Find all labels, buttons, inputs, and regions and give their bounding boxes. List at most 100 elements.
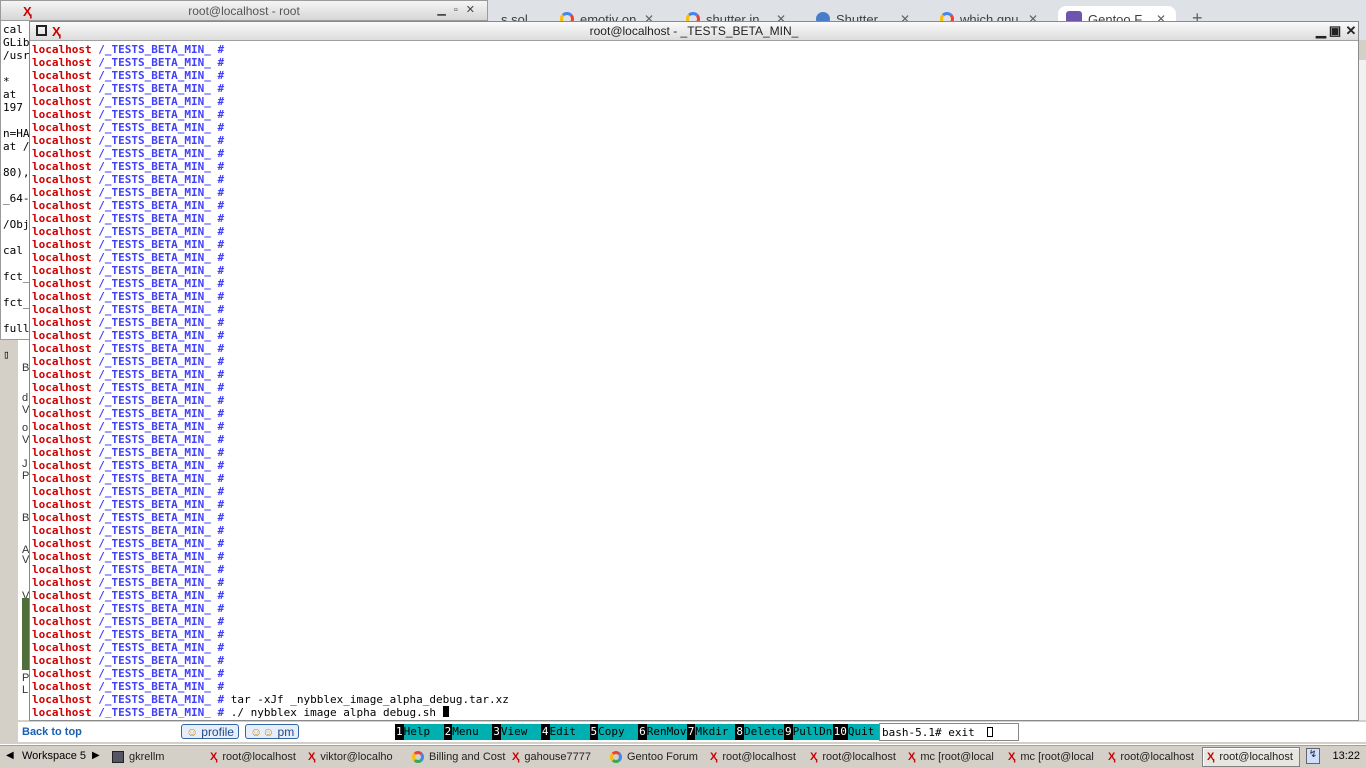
workspace-prev-icon[interactable]: ◀ xyxy=(6,750,14,761)
pm-button[interactable]: ☺☺ pm xyxy=(245,724,300,739)
prompt-path: /_TESTS_BETA_MIN_ # xyxy=(98,485,225,498)
prompt-line: localhost /_TESTS_BETA_MIN_ # xyxy=(32,459,1356,472)
prompt-line: localhost /_TESTS_BETA_MIN_ # xyxy=(32,186,1356,199)
prompt-path: /_TESTS_BETA_MIN_ # xyxy=(98,199,225,212)
mc-key-view[interactable]: 3 View xyxy=(492,724,541,740)
mc-key-number: 3 xyxy=(492,724,501,740)
prompt-path: /_TESTS_BETA_MIN_ # xyxy=(98,82,225,95)
prompt-path: /_TESTS_BETA_MIN_ # xyxy=(98,563,225,576)
page-text-fragment: o xyxy=(22,422,29,434)
prompt-host: localhost xyxy=(32,303,92,316)
mc-key-label: RenMov xyxy=(646,724,687,740)
mc-key-copy[interactable]: 5 Copy xyxy=(589,724,639,740)
taskbar-item[interactable]: Ҳgahouse7777 xyxy=(508,747,604,767)
page-text-fragment: L xyxy=(22,684,29,696)
prompt-line: localhost /_TESTS_BETA_MIN_ # xyxy=(32,641,1356,654)
taskbar-item[interactable]: Ҳroot@localhost xyxy=(1202,747,1300,767)
prompt-path: /_TESTS_BETA_MIN_ # xyxy=(98,355,225,368)
taskbar: ◀ Workspace 5 ▶ gkrellm Ҳroot@localhost Ҳv… xyxy=(0,744,1366,768)
close-button[interactable]: ✕ xyxy=(1344,23,1358,39)
prompt-path: /_TESTS_BETA_MIN_ # xyxy=(98,212,225,225)
back-to-top-link[interactable]: Back to top xyxy=(22,726,82,738)
command-text: ./_nybblex_image_alpha_debug.sh xyxy=(230,706,437,718)
footer-strip: Back to top ☺ profile ☺☺ pm 1 Help 2 Menu 3 Vie… xyxy=(18,722,1366,742)
prompt-path: /_TESTS_BETA_MIN_ # xyxy=(98,121,225,134)
prompt-path: /_TESTS_BETA_MIN_ # xyxy=(98,43,225,56)
background-terminal-titlebar[interactable]: Ҳ root@localhost - root ▁▫✕ xyxy=(1,1,487,21)
prompt-path: /_TESTS_BETA_MIN_ # xyxy=(98,576,225,589)
x-terminal-icon: Ҳ xyxy=(1008,751,1016,763)
taskbar-item[interactable]: Ҳviktor@localho xyxy=(304,747,406,767)
taskbar-item[interactable]: Gentoo Forum xyxy=(606,747,704,767)
prompt-host: localhost xyxy=(32,654,92,667)
prompt-line: localhost /_TESTS_BETA_MIN_ # xyxy=(32,212,1356,225)
main-terminal-titlebar[interactable]: Ҳ root@localhost - _TESTS_BETA_MIN_ ▁ ▣ … xyxy=(30,22,1358,41)
terminal-output[interactable]: localhost /_TESTS_BETA_MIN_ # localhost /… xyxy=(32,43,1356,718)
taskbar-item[interactable]: Ҳmc [root@local xyxy=(1004,747,1102,767)
mc-command-line[interactable]: bash-5.1# exit xyxy=(879,723,1019,741)
terminal-line: cal xyxy=(3,244,23,257)
tray-app-icon[interactable]: ↯ xyxy=(1306,748,1320,764)
prompt-line: localhost /_TESTS_BETA_MIN_ # xyxy=(32,108,1356,121)
x-terminal-icon: Ҳ xyxy=(210,751,218,763)
taskbar-item[interactable]: Ҳroot@localhost xyxy=(1104,747,1200,767)
prompt-path: /_TESTS_BETA_MIN_ # xyxy=(98,459,225,472)
taskbar-item[interactable]: Ҳroot@localhost xyxy=(206,747,302,767)
mc-key-mkdir[interactable]: 7 Mkdir xyxy=(686,724,736,740)
users-icon: ☺☺ xyxy=(250,724,275,739)
mc-key-edit[interactable]: 4 Edit xyxy=(540,724,590,740)
mc-key-renmov[interactable]: 6 RenMov xyxy=(638,724,687,740)
prompt-path: /_TESTS_BETA_MIN_ # xyxy=(98,238,225,251)
terminal-line: cal xyxy=(3,23,23,36)
prompt-host: localhost xyxy=(32,459,92,472)
main-terminal-window[interactable]: Ҳ root@localhost - _TESTS_BETA_MIN_ ▁ ▣ … xyxy=(29,21,1359,721)
prompt-host: localhost xyxy=(32,537,92,550)
prompt-path: /_TESTS_BETA_MIN_ # xyxy=(98,589,225,602)
mc-key-label: Delete xyxy=(744,724,784,740)
prompt-host: localhost xyxy=(32,368,92,381)
workspace-label[interactable]: Workspace 5 xyxy=(22,750,86,762)
minimize-button[interactable]: ▁ xyxy=(1314,23,1328,39)
taskbar-item[interactable]: gkrellm xyxy=(108,747,204,767)
taskbar-item[interactable]: Ҳroot@localhost xyxy=(806,747,902,767)
prompt-line: localhost /_TESTS_BETA_MIN_ # xyxy=(32,199,1356,212)
mc-key-menu[interactable]: 2 Menu xyxy=(443,724,493,740)
mc-key-pulldn[interactable]: 9 PullDn xyxy=(784,724,833,740)
mc-function-key-bar: 1 Help 2 Menu 3 View 4 Edit 5 Copy 6 RenMov 7 Mkdir 8 D… xyxy=(395,724,888,740)
prompt-host: localhost xyxy=(32,524,92,537)
x-terminal-icon: Ҳ xyxy=(308,751,316,763)
prompt-line: localhost /_TESTS_BETA_MIN_ # xyxy=(32,680,1356,693)
workspace-next-icon[interactable]: ▶ xyxy=(92,750,100,761)
terminal-line: full xyxy=(3,322,30,335)
taskbar-item[interactable]: Ҳmc [root@local xyxy=(904,747,1002,767)
mc-key-number: 10 xyxy=(832,724,848,740)
taskbar-item-label: gkrellm xyxy=(129,751,165,763)
prompt-line: localhost /_TESTS_BETA_MIN_ # xyxy=(32,173,1356,186)
taskbar-item[interactable]: Ҳroot@localhost xyxy=(706,747,804,767)
prompt-line: localhost /_TESTS_BETA_MIN_ # xyxy=(32,394,1356,407)
taskbar-item[interactable]: Billing and Cost xyxy=(408,747,506,767)
prompt-host: localhost xyxy=(32,290,92,303)
maximize-button[interactable]: ▣ xyxy=(1328,23,1342,39)
prompt-path: /_TESTS_BETA_MIN_ # xyxy=(98,95,225,108)
page-scrollbar[interactable] xyxy=(1358,60,1366,720)
terminal-line: GLib xyxy=(3,36,30,49)
prompt-host: localhost xyxy=(32,550,92,563)
mc-key-help[interactable]: 1 Help xyxy=(395,724,444,740)
prompt-path: /_TESTS_BETA_MIN_ # xyxy=(98,550,225,563)
prompt-path: /_TESTS_BETA_MIN_ # xyxy=(98,407,225,420)
prompt-path: /_TESTS_BETA_MIN_ # xyxy=(98,433,225,446)
taskbar-item-label: root@localhost xyxy=(822,751,896,763)
prompt-host: localhost xyxy=(32,82,92,95)
profile-button[interactable]: ☺ profile xyxy=(181,724,239,739)
taskbar-item-label: gahouse7777 xyxy=(524,751,592,763)
page-text-fragment: d xyxy=(22,392,29,404)
prompt-host: localhost xyxy=(32,277,92,290)
prompt-host: localhost xyxy=(32,615,92,628)
window-controls[interactable]: ▁▫✕ xyxy=(437,3,483,16)
prompt-path: /_TESTS_BETA_MIN_ # xyxy=(98,160,225,173)
profile-label: profile xyxy=(201,724,234,739)
prompt-host: localhost xyxy=(32,355,92,368)
mc-key-delete[interactable]: 8 Delete xyxy=(735,724,784,740)
